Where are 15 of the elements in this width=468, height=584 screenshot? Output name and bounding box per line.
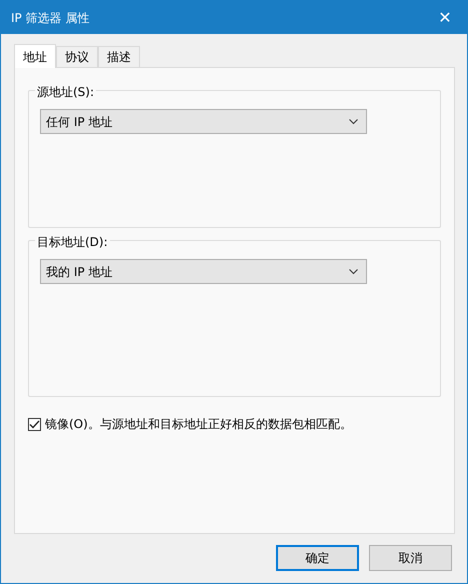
chevron-down-icon bbox=[349, 268, 358, 274]
dialog-button[interactable]: 取消 bbox=[369, 545, 452, 571]
dropdown[interactable]: 任何 IP 地址 bbox=[40, 109, 367, 134]
dropdown[interactable]: 我的 IP 地址 bbox=[40, 259, 367, 284]
tab[interactable]: 地址 bbox=[14, 44, 56, 68]
checkbox[interactable] bbox=[28, 418, 41, 430]
tab[interactable]: 描述 bbox=[98, 46, 140, 67]
close-button[interactable]: ✕ bbox=[423, 1, 467, 34]
checkbox-label: 镜像(O)。与源地址和目标地址正好相反的数据包相匹配。 bbox=[45, 416, 352, 433]
group-label: 目标地址(D): bbox=[35, 233, 110, 251]
window-title: IP 筛选器 属性 bbox=[11, 10, 90, 26]
group-label: 源地址(S): bbox=[35, 83, 96, 101]
dialog-button[interactable]: 确定 bbox=[276, 545, 359, 571]
tab[interactable]: 协议 bbox=[56, 46, 98, 67]
chevron-down-icon bbox=[349, 118, 358, 124]
